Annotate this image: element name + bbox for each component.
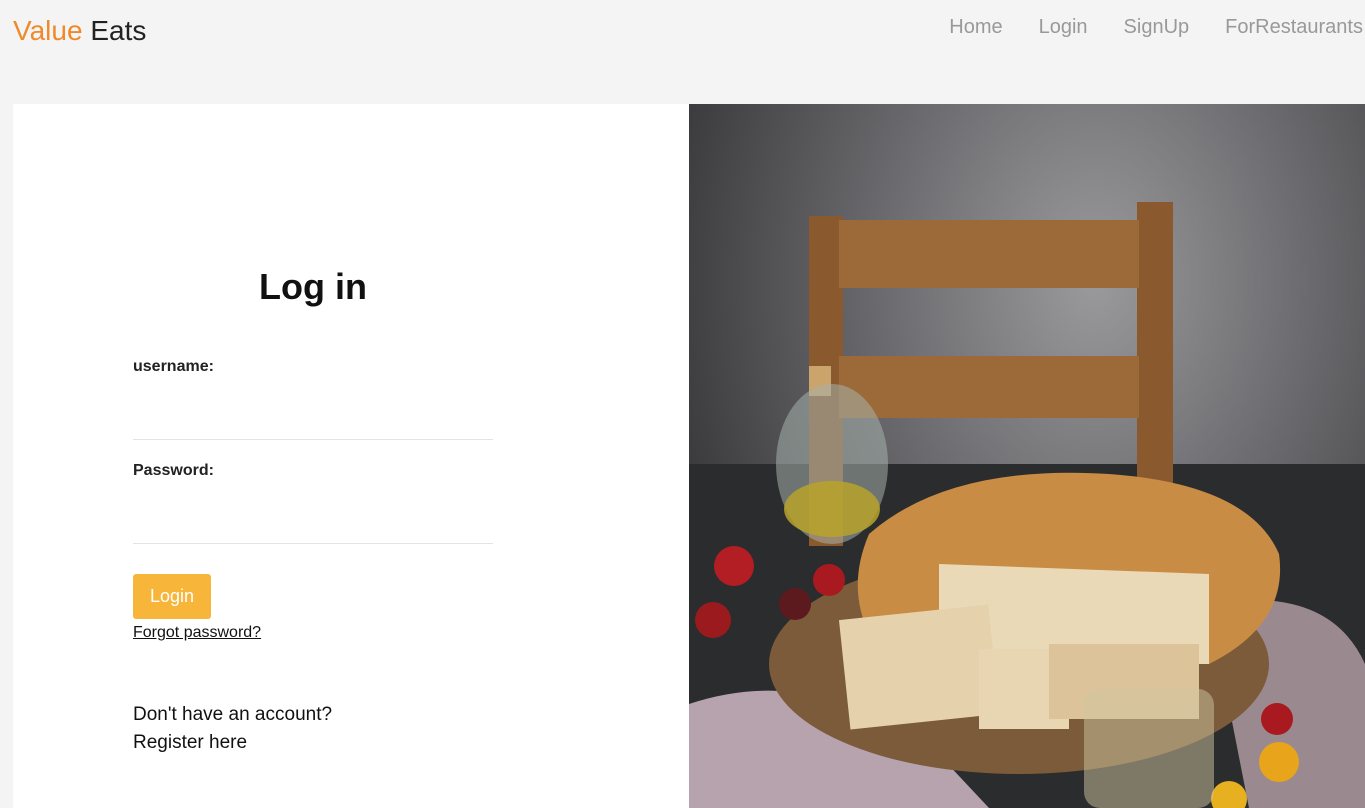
nav-for-restaurants[interactable]: ForRestaurants [1225, 16, 1363, 39]
nav-signup[interactable]: SignUp [1124, 16, 1190, 39]
forgot-password-link[interactable]: Forgot password? [133, 624, 261, 642]
brand-part-eats: Eats [90, 15, 147, 46]
brand-logo[interactable]: Value Eats [13, 15, 146, 47]
brand-part-value: Value [13, 15, 83, 46]
login-card: Log in username: Password: Login Forgot … [13, 104, 689, 808]
nav-home[interactable]: Home [949, 16, 1002, 39]
username-input[interactable] [133, 406, 493, 440]
no-account-text: Don't have an account? [133, 704, 333, 725]
password-label: Password: [133, 462, 214, 479]
login-button[interactable]: Login [133, 574, 211, 619]
focaccia-photo [689, 104, 1365, 808]
top-nav: Home Login SignUp ForRestaurants [949, 16, 1363, 39]
password-input[interactable] [133, 510, 493, 544]
username-label: username: [133, 358, 214, 375]
nav-login[interactable]: Login [1039, 16, 1088, 39]
register-link[interactable]: Register here [133, 732, 247, 754]
page-title: Log in [259, 266, 367, 307]
